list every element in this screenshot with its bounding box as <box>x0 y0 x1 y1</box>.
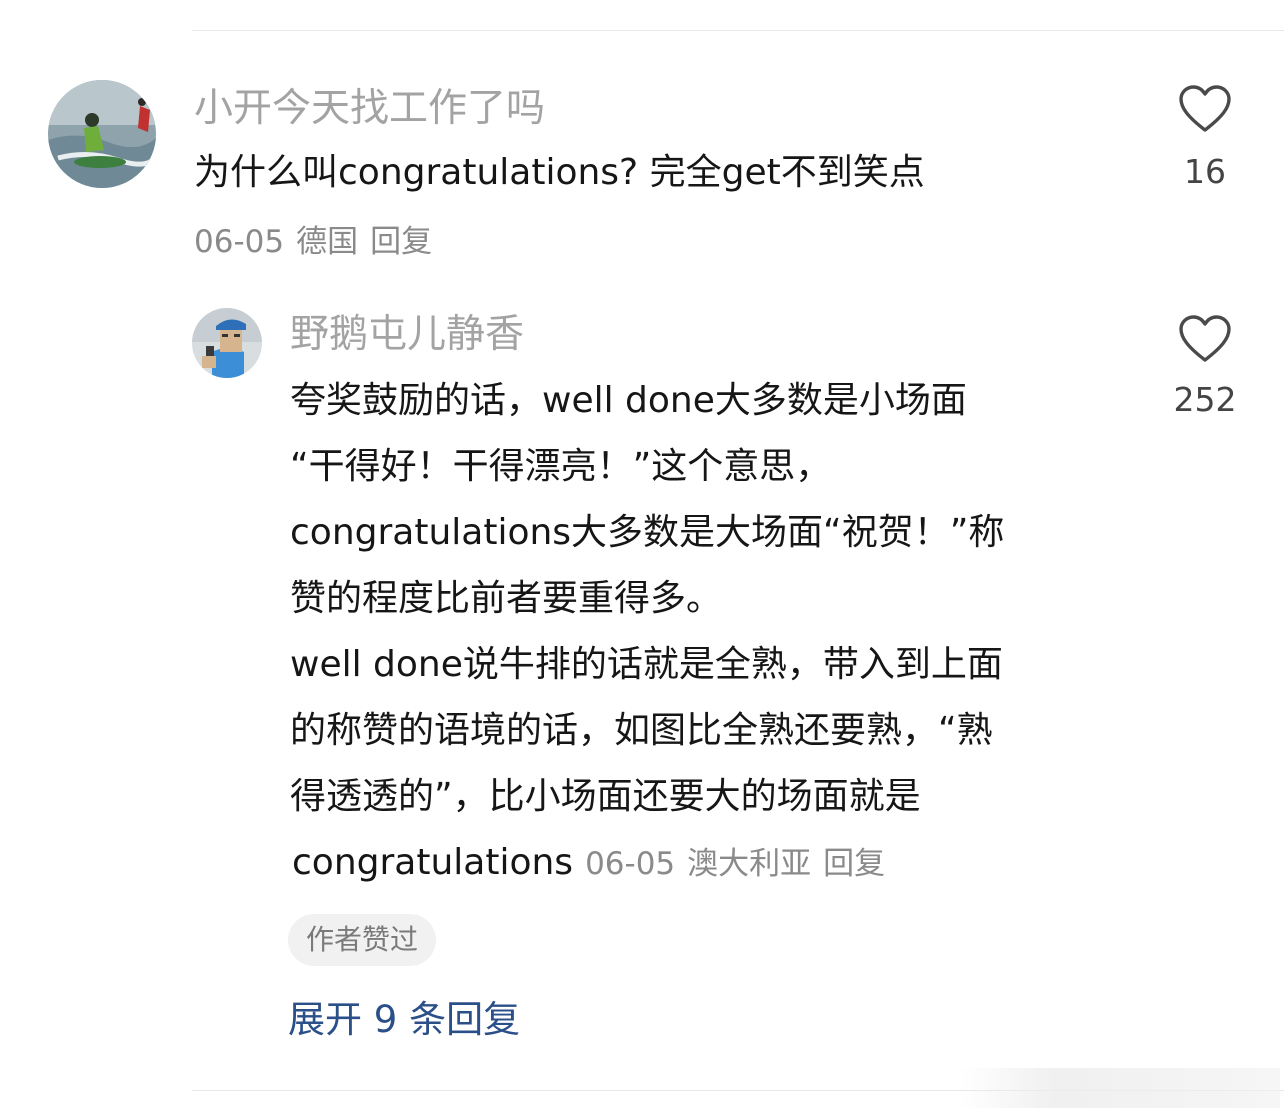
reply-line-8-text: congratulations <box>292 842 574 883</box>
reply-line-6: 的称赞的语境的话，如图比全熟还要熟，“熟 <box>290 710 993 751</box>
replier-avatar[interactable] <box>192 308 262 378</box>
commenter-avatar[interactable] <box>48 80 156 188</box>
author-liked-badge: 作者赞过 <box>288 914 437 966</box>
comment-thread: 小开今天找工作了吗 为什么叫congratulations? 完全get不到笑点… <box>0 0 1284 1119</box>
reply-meta: 06-05 澳大利亚 回复 <box>585 846 885 882</box>
top-divider <box>192 30 1284 31</box>
reply-line-5: well done说牛排的话就是全熟，带入到上面 <box>290 644 1003 685</box>
comment-body: 为什么叫congratulations? 完全get不到笑点 <box>194 152 925 193</box>
expand-replies-link[interactable]: 展开 9 条回复 <box>288 992 520 1048</box>
reply-line-3: congratulations大多数是大场面“祝贺！”称 <box>290 512 1005 553</box>
heart-outline-icon[interactable] <box>1178 84 1232 134</box>
reply-date: 06-05 <box>585 846 676 882</box>
comment-meta: 06-05 德国 回复 <box>194 222 432 262</box>
commenter-username[interactable]: 小开今天找工作了吗 <box>194 84 545 134</box>
reply-like-count: 252 <box>1173 380 1237 419</box>
reply-line-4: 赞的程度比前者要重得多。 <box>290 578 723 619</box>
reply-line-8: congratulations 06-05 澳大利亚 回复 <box>292 830 885 897</box>
watermark <box>960 1068 1280 1108</box>
comment-date: 06-05 <box>194 224 285 260</box>
reply-reply-button[interactable]: 回复 <box>823 846 885 882</box>
comment-reply-button[interactable]: 回复 <box>370 224 432 260</box>
reply-line-7: 得透透的”，比小场面还要大的场面就是 <box>290 776 921 817</box>
reply-location: 澳大利亚 <box>687 846 812 882</box>
reply-line-2: “干得好！干得漂亮！”这个意思， <box>290 446 832 487</box>
comment-like-count: 16 <box>1184 152 1226 191</box>
comment-location: 德国 <box>296 224 359 260</box>
heart-outline-icon[interactable] <box>1178 314 1232 364</box>
reply-line-1: 夸奖鼓励的话，well done大多数是小场面 <box>290 380 967 421</box>
replier-username[interactable]: 野鹅屯儿静香 <box>290 310 524 360</box>
